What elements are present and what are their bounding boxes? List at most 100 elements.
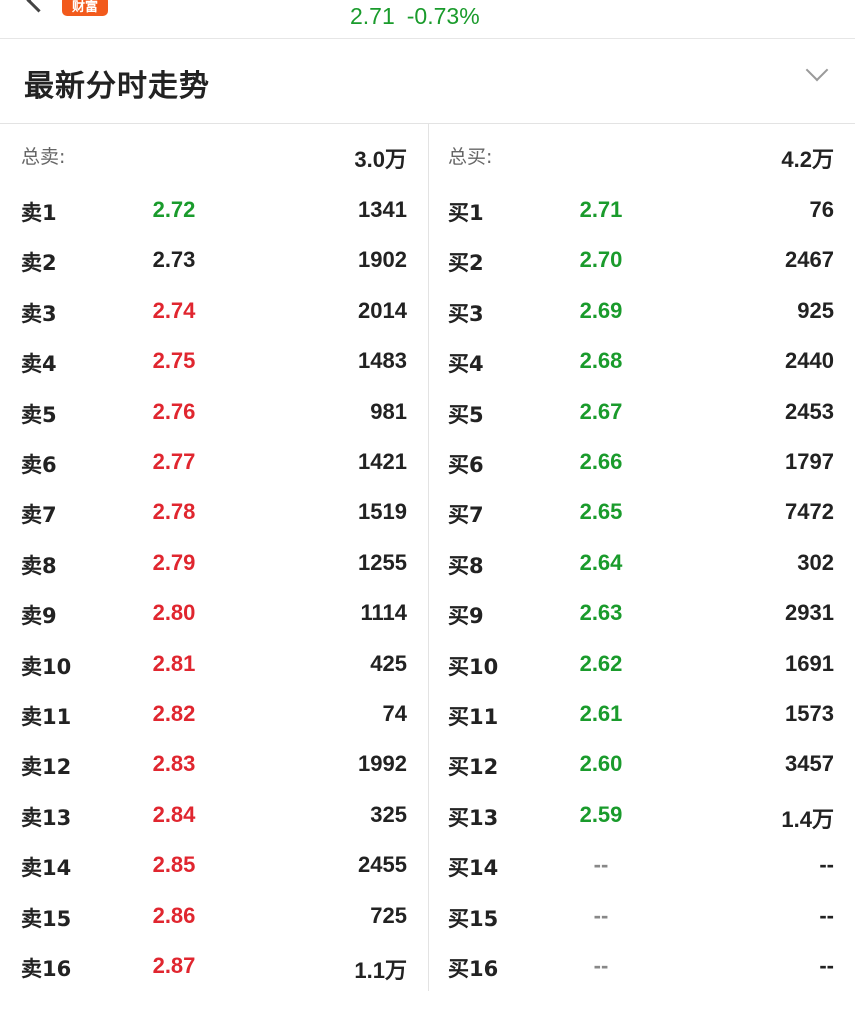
buy-total-row: 总买: 4.2万 [429, 142, 855, 172]
buy-level-label: 买8 [448, 553, 484, 578]
buy-level-volume: 1573 [785, 701, 834, 726]
buy-level-volume: 7472 [785, 499, 834, 525]
buy-level-price: -- [593, 852, 609, 878]
sell-level-price: 2.84 [152, 801, 196, 827]
sell-level-price: 2.83 [152, 751, 196, 777]
sell-level-price: 2.85 [152, 852, 196, 878]
sell-level-price: 2.74 [152, 297, 196, 323]
sell-level-price: 2.78 [152, 499, 196, 525]
buy-total-label: 总买: [448, 146, 493, 168]
sell-total-value: 3.0万 [354, 147, 407, 172]
buy-level-row: 买3 2.69 925 [429, 298, 855, 328]
buy-level-price: 2.70 [579, 247, 623, 273]
buy-level-label: 买4 [448, 352, 484, 377]
sell-level-row: 卖3 2.74 2014 [0, 298, 428, 328]
sell-level-label: 卖11 [21, 705, 72, 729]
buy-level-price: -- [593, 902, 609, 928]
buy-level-row: 买9 2.63 2931 [429, 600, 855, 630]
sell-level-volume: 1255 [358, 549, 407, 575]
sell-level-volume: 981 [370, 398, 407, 424]
current-price: 2.71 [350, 3, 395, 29]
buy-level-label: 买1 [448, 201, 484, 225]
buy-level-volume: -- [819, 953, 834, 978]
brand-badge: 财富 [62, 0, 108, 16]
buy-level-row: 买5 2.67 2453 [429, 399, 855, 429]
sell-level-volume: 74 [382, 701, 407, 726]
buy-level-row: 买14 -- -- [429, 852, 855, 882]
sell-level-price: 2.86 [152, 902, 196, 928]
buy-level-row: 买13 2.59 1.4万 [429, 802, 855, 832]
sell-level-label: 卖8 [21, 553, 57, 578]
section-header[interactable]: 最新分时走势 [0, 39, 855, 124]
buy-level-volume: 1797 [785, 449, 834, 474]
buy-level-volume: 302 [797, 549, 834, 575]
price-change-percent: -0.73% [406, 3, 480, 29]
buy-level-volume: 2931 [785, 600, 834, 626]
buy-level-row: 买2 2.70 2467 [429, 247, 855, 277]
sell-level-row: 卖1 2.72 1341 [0, 197, 428, 227]
buy-level-label: 买14 [448, 856, 499, 881]
sell-level-row: 卖13 2.84 325 [0, 802, 428, 832]
sell-level-row: 卖12 2.83 1992 [0, 751, 428, 781]
sell-level-label: 卖16 [21, 957, 72, 981]
sell-level-label: 卖10 [21, 654, 72, 679]
sell-level-volume: 325 [370, 801, 407, 827]
buy-level-label: 买15 [448, 906, 499, 931]
buy-level-price: 2.64 [579, 549, 623, 575]
back-arrow-icon[interactable] [26, 0, 51, 13]
sell-level-price: 2.73 [152, 247, 196, 273]
sell-level-row: 卖7 2.78 1519 [0, 499, 428, 529]
buy-level-volume: 1.4万 [781, 806, 834, 832]
sell-level-label: 卖12 [21, 755, 72, 780]
sell-level-volume: 1.1万 [354, 958, 407, 983]
buy-level-row: 买1 2.71 76 [429, 197, 855, 227]
buy-level-price: -- [593, 953, 609, 978]
buy-level-row: 买11 2.61 1573 [429, 701, 855, 731]
buy-level-price: 2.61 [579, 701, 623, 726]
buy-level-label: 买10 [448, 654, 499, 679]
buy-level-volume: 2467 [785, 247, 834, 273]
sell-level-label: 卖5 [21, 402, 57, 427]
buy-level-row: 买6 2.66 1797 [429, 449, 855, 479]
buy-level-row: 买8 2.64 302 [429, 550, 855, 580]
buy-level-volume: 3457 [785, 751, 834, 777]
sell-level-row: 卖16 2.87 1.1万 [0, 953, 428, 983]
buy-level-row: 买4 2.68 2440 [429, 348, 855, 378]
buy-level-volume: 2453 [785, 398, 834, 424]
sell-level-label: 卖3 [21, 301, 57, 326]
sell-level-price: 2.75 [152, 348, 196, 374]
sell-level-label: 卖1 [21, 201, 57, 225]
buy-level-row: 买12 2.60 3457 [429, 751, 855, 781]
sell-total-label: 总卖: [21, 146, 66, 168]
sell-level-label: 卖9 [21, 604, 57, 629]
sell-level-price: 2.82 [152, 701, 196, 726]
price-quote: 2.71 -0.73% [350, 3, 480, 30]
sell-level-volume: 1902 [358, 247, 407, 273]
buy-level-volume: 2440 [785, 348, 834, 374]
sell-level-label: 卖7 [21, 503, 57, 528]
sell-level-volume: 1341 [358, 197, 407, 222]
buy-level-row: 买7 2.65 7472 [429, 499, 855, 529]
sell-level-label: 卖13 [21, 805, 72, 830]
buy-level-label: 买7 [448, 503, 484, 528]
sell-level-label: 卖14 [21, 856, 72, 881]
sell-level-volume: 1114 [360, 600, 407, 626]
buy-level-label: 买6 [448, 453, 484, 477]
buy-level-price: 2.67 [579, 398, 623, 424]
sell-level-price: 2.77 [152, 449, 196, 474]
buy-level-volume: 925 [797, 297, 834, 323]
buy-level-label: 买16 [448, 957, 499, 981]
sell-level-volume: 725 [370, 902, 407, 928]
sell-level-row: 卖14 2.85 2455 [0, 852, 428, 882]
sell-level-row: 卖15 2.86 725 [0, 903, 428, 933]
sell-level-price: 2.80 [152, 600, 196, 626]
sell-level-row: 卖11 2.82 74 [0, 701, 428, 731]
top-bar: 财富 2.71 -0.73% [0, 0, 855, 39]
sell-level-label: 卖4 [21, 352, 57, 377]
sell-level-price: 2.87 [152, 953, 196, 978]
buy-level-label: 买13 [448, 805, 499, 830]
chevron-down-icon[interactable] [805, 58, 829, 82]
buy-level-price: 2.59 [579, 801, 623, 827]
buy-level-price: 2.71 [579, 197, 623, 222]
buy-level-price: 2.60 [579, 751, 623, 777]
